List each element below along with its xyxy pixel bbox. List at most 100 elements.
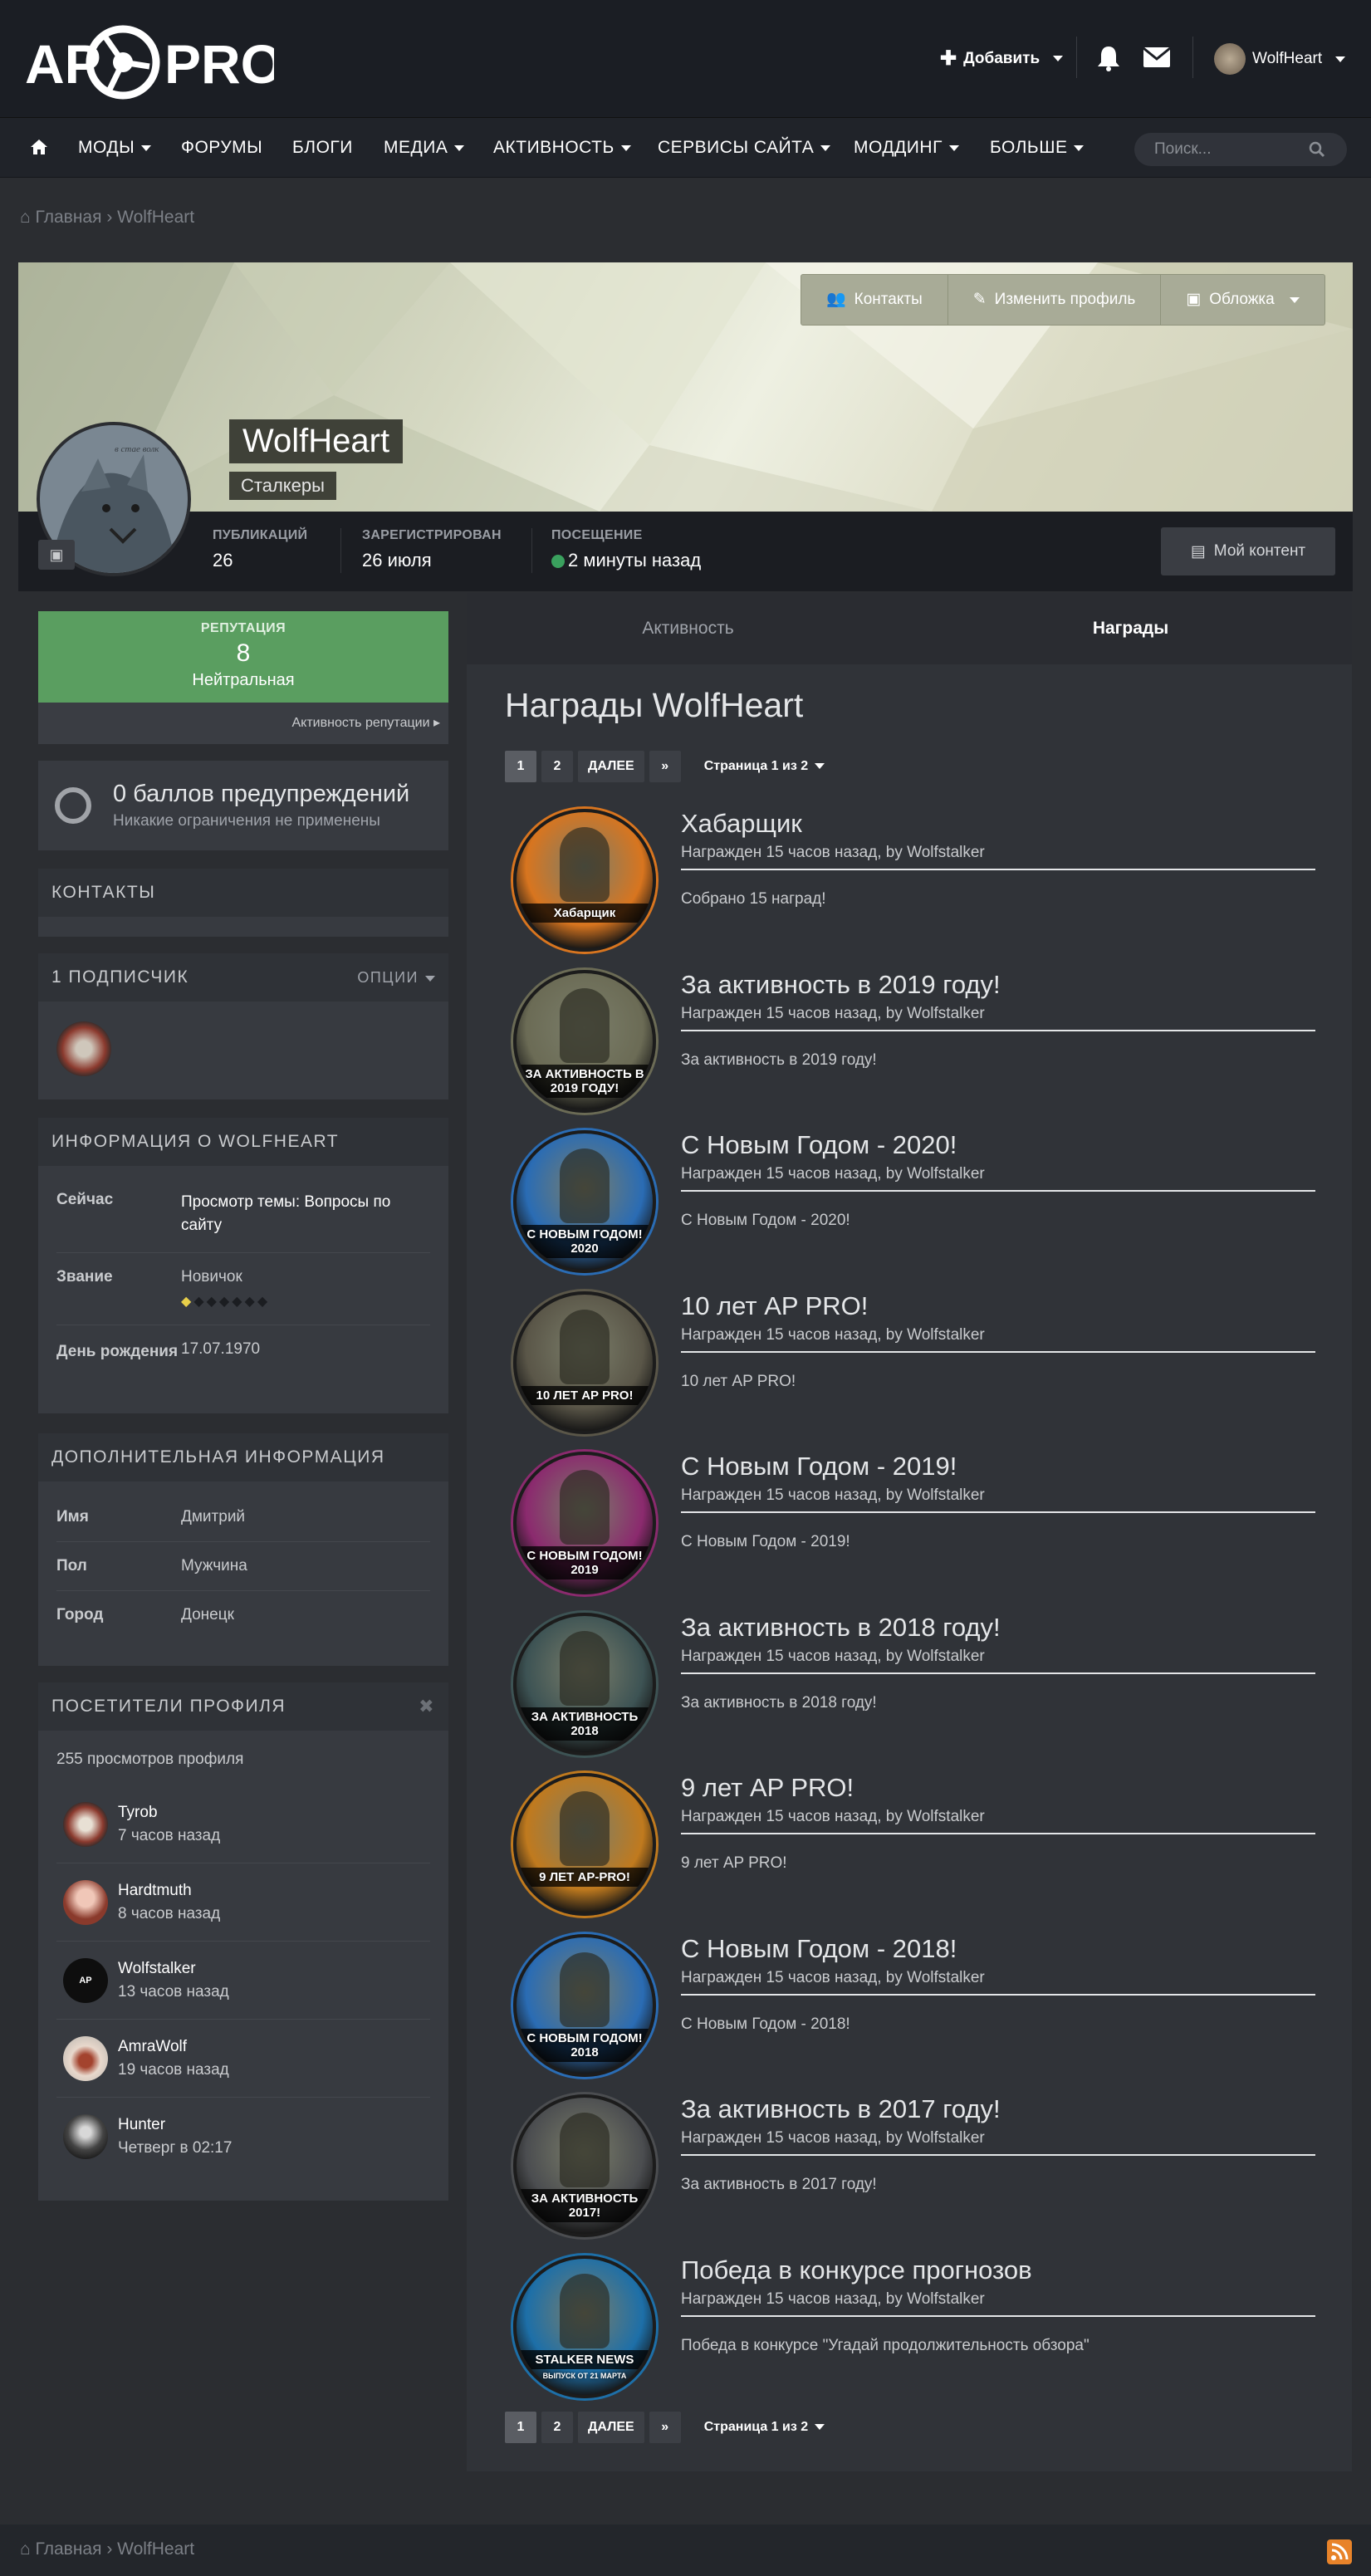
award-badge-sublabel: ВЫПУСК ОТ 21 МАРТА	[542, 2371, 627, 2380]
info-widget: ИНФОРМАЦИЯ О WOLFHEART Сейчас Просмотр т…	[38, 1118, 448, 1413]
next-page-button[interactable]: ДАЛЕЕ	[578, 751, 644, 782]
award-badge-label: 9 ЛЕТ AP-PRO!	[517, 1868, 653, 1887]
last-page-button[interactable]: »	[649, 751, 681, 782]
extra-row-name: Имя Дмитрий	[56, 1493, 430, 1542]
change-photo-button[interactable]: ▣	[38, 540, 75, 570]
award-badge-label: С НОВЫМ ГОДОМ! 2019	[517, 1546, 653, 1579]
award-title: За активность в 2017 году!	[681, 2094, 1001, 2123]
award-badge-image[interactable]: С НОВЫМ ГОДОМ! 2018	[513, 1933, 656, 2077]
page-2-button[interactable]: 2	[541, 2412, 573, 2443]
award-badge-image[interactable]: 9 ЛЕТ AP-PRO!	[513, 1773, 656, 1916]
user-menu[interactable]: WolfHeart	[1214, 43, 1346, 75]
rss-icon[interactable]	[1327, 2539, 1352, 2564]
page-1-button[interactable]: 1	[505, 751, 536, 782]
award-badge-image[interactable]: 10 ЛЕТ AP PRO!	[513, 1290, 656, 1434]
home-icon[interactable]	[30, 139, 48, 155]
visitor-item[interactable]: Hardtmuth 8 часов назад	[56, 1863, 430, 1942]
tab-activity[interactable]: Активность	[467, 593, 909, 664]
contacts-button[interactable]: 👥 Контакты	[801, 275, 948, 325]
profile-username: WolfHeart	[229, 419, 404, 463]
award-badge-image[interactable]: ЗА АКТИВНОСТЬ 2017!	[513, 2094, 656, 2237]
award-badge-image[interactable]: STALKER NEWS ВЫПУСК ОТ 21 МАРТА	[513, 2255, 656, 2398]
cover-button[interactable]: ▣ Обложка	[1161, 275, 1324, 325]
award-meta: Награжден 15 часов назад, by Wolfstalker	[681, 1486, 1315, 1513]
visitor-item[interactable]: AmraWolf 19 часов назад	[56, 2020, 430, 2098]
award-title: За активность в 2019 году!	[681, 969, 1001, 999]
page-jump[interactable]: Страница 1 из 2	[704, 759, 825, 774]
award-figure	[560, 2113, 610, 2187]
add-button[interactable]: ✚ Добавить	[940, 47, 1064, 71]
reputation-label: РЕПУТАЦИЯ	[200, 621, 286, 635]
footer-breadcrumb: ⌂ Главная › WolfHeart	[20, 2539, 194, 2559]
extra-row-gender: Пол Мужчина	[56, 1542, 430, 1591]
page-1-button[interactable]: 1	[505, 2412, 536, 2443]
breadcrumb-current: WolfHeart	[117, 208, 195, 227]
nav-item-more[interactable]: БОЛЬШЕ	[990, 118, 1085, 178]
avatar	[1214, 43, 1246, 75]
award-item: ЗА АКТИВНОСТЬ В 2019 ГОДУ! За активность …	[507, 965, 1340, 1126]
online-dot-icon	[551, 555, 565, 569]
my-content-button[interactable]: ▤ Мой контент	[1161, 527, 1335, 575]
visitor-item[interactable]: Tyrob 7 часов назад	[56, 1785, 430, 1863]
visitor-item[interactable]: Hunter Четверг в 02:17	[56, 2098, 430, 2176]
award-badge-image[interactable]: Хабарщик	[513, 809, 656, 952]
nav-item-media[interactable]: МЕДИА	[384, 118, 465, 178]
nav-item-forums[interactable]: ФОРУМЫ	[181, 118, 262, 178]
visitor-item[interactable]: AP Wolfstalker 13 часов назад	[56, 1942, 430, 2020]
reputation-activity-link[interactable]: Активность репутации ▸	[38, 703, 448, 744]
page-2-button[interactable]: 2	[541, 751, 573, 782]
nav-item-modding[interactable]: МОДДИНГ	[854, 118, 959, 178]
last-page-button[interactable]: »	[649, 2412, 681, 2443]
nav-item-mods[interactable]: МОДЫ	[78, 118, 152, 178]
award-meta: Награжден 15 часов назад, by Wolfstalker	[681, 2290, 1315, 2317]
envelope-icon[interactable]	[1143, 47, 1171, 68]
close-icon[interactable]: ✖	[419, 1682, 435, 1731]
breadcrumb-home[interactable]: Главная	[36, 208, 102, 227]
award-badge-label: STALKER NEWS	[517, 2349, 653, 2369]
page-jump[interactable]: Страница 1 из 2	[704, 2420, 825, 2435]
contacts-title: КОНТАКТЫ	[38, 869, 448, 917]
search-icon[interactable]	[1309, 141, 1325, 158]
award-badge-image[interactable]: С НОВЫМ ГОДОМ! 2020	[513, 1130, 656, 1273]
award-meta: Награжден 15 часов назад, by Wolfstalker	[681, 1005, 1315, 1031]
award-figure	[560, 2273, 610, 2348]
award-title: С Новым Годом - 2018!	[681, 1933, 957, 1963]
avatar	[63, 1801, 108, 1847]
next-page-button[interactable]: ДАЛЕЕ	[578, 2412, 644, 2443]
chevron-down-icon	[620, 144, 631, 151]
edit-profile-button[interactable]: ✎ Изменить профиль	[948, 275, 1162, 325]
tab-awards[interactable]: Награды	[909, 593, 1352, 664]
award-badge-image[interactable]: ЗА АКТИВНОСТЬ В 2019 ГОДУ!	[513, 969, 656, 1113]
info-row-rank: Звание Новичок ◆◆◆◆◆◆◆	[56, 1253, 430, 1325]
award-title: 9 лет AP PRO!	[681, 1773, 854, 1802]
cover-buttons: 👥 Контакты ✎ Изменить профиль ▣ Обложка	[801, 274, 1325, 326]
stat-divider	[531, 528, 532, 573]
award-description: С Новым Годом - 2018!	[681, 2015, 850, 2033]
nav-item-services[interactable]: СЕРВИСЫ САЙТА	[658, 118, 831, 178]
avatar	[63, 2035, 108, 2081]
followers-options[interactable]: ОПЦИИ	[357, 953, 435, 1002]
extra-info-widget: ДОПОЛНИТЕЛЬНАЯ ИНФОРМАЦИЯ Имя Дмитрий По…	[38, 1433, 448, 1666]
follower-avatar[interactable]	[56, 1021, 111, 1076]
award-badge-image[interactable]: С НОВЫМ ГОДОМ! 2019	[513, 1452, 656, 1594]
award-meta: Награжден 15 часов назад, by Wolfstalker	[681, 844, 1315, 870]
chevron-right-icon: ›	[106, 2539, 118, 2559]
nav-item-activity[interactable]: АКТИВНОСТЬ	[493, 118, 631, 178]
award-title: Хабарщик	[681, 809, 802, 838]
reputation-card: РЕПУТАЦИЯ 8 Нейтральная	[38, 611, 448, 703]
current-activity-link[interactable]: Просмотр темы: Вопросы по сайту	[181, 1191, 430, 1237]
followers-widget: 1 ПОДПИСЧИК ОПЦИИ	[38, 953, 448, 1099]
award-badge-image[interactable]: ЗА АКТИВНОСТЬ 2018	[513, 1612, 656, 1756]
award-description: За активность в 2019 году!	[681, 1050, 877, 1069]
site-logo[interactable]: AP PRO	[25, 17, 274, 108]
image-icon: ▣	[1186, 291, 1202, 308]
stat-last-visit: ПОСЕЩЕНИЕ 2 минуты назад	[551, 528, 702, 571]
award-description: За активность в 2017 году!	[681, 2176, 877, 2193]
profile-views: 255 просмотров профиля	[56, 1751, 244, 1768]
user-name: WolfHeart	[1252, 50, 1323, 67]
breadcrumb-home[interactable]: Главная	[36, 2539, 102, 2559]
award-figure	[560, 827, 610, 902]
nav-item-blogs[interactable]: БЛОГИ	[292, 118, 353, 178]
bell-icon[interactable]	[1096, 45, 1121, 71]
award-figure	[560, 1791, 610, 1866]
